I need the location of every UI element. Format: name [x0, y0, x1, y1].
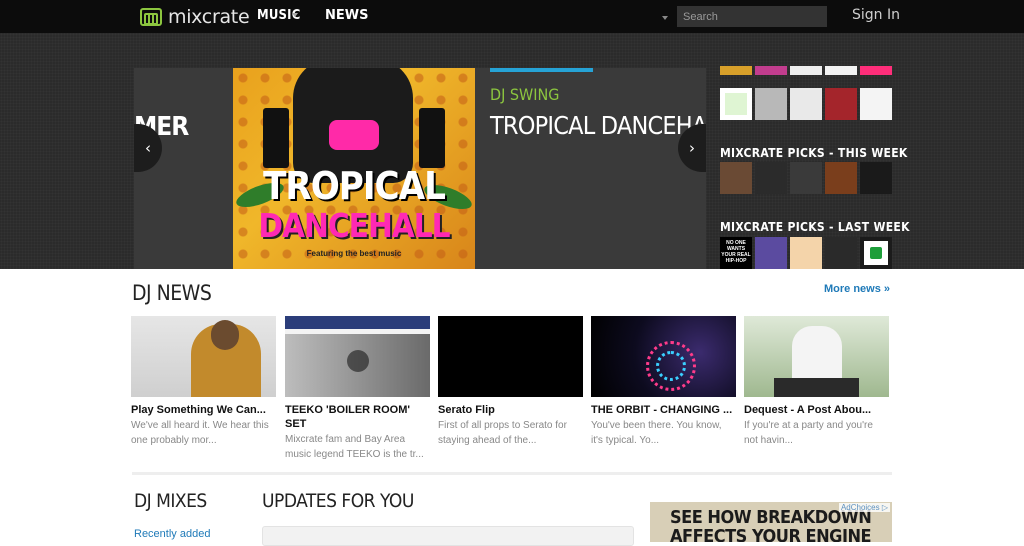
dj-mixes-heading: DJ MIXES — [134, 490, 207, 512]
mix-thumbnail[interactable]: NO ONE WANTS YOUR REAL HIP-HOP — [720, 237, 752, 269]
news-thumbnail[interactable] — [744, 316, 889, 397]
mix-thumbnail[interactable] — [860, 88, 892, 120]
news-headline[interactable]: Dequest - A Post Abou... — [744, 403, 889, 417]
cover-title-line1: TROPICAL — [263, 164, 446, 208]
dancer-top — [329, 120, 379, 150]
chevron-down-icon[interactable] — [292, 13, 298, 17]
speaker-graphic — [263, 108, 289, 168]
updates-feed-box — [262, 526, 634, 546]
news-headline[interactable]: THE ORBIT - CHANGING ... — [591, 403, 736, 417]
slide-title[interactable]: TROPICAL DANCEHALL — [490, 111, 706, 140]
news-description: We've all heard it. We hear this one pro… — [131, 420, 269, 446]
news-card[interactable]: TEEKO 'BOILER ROOM' SET Mixcrate fam and… — [285, 316, 430, 462]
dj-decks — [774, 378, 859, 397]
picks-this-week-row — [720, 162, 892, 194]
mix-thumbnail[interactable] — [860, 237, 892, 269]
advertisement-banner[interactable]: SEE HOW BREAKDOWN AFFECTS YOUR ENGINE Ad… — [650, 502, 892, 542]
logo[interactable]: mixcrate — [140, 6, 250, 28]
cover-subtitle: Featuring the best music — [306, 249, 402, 258]
news-description: You've been there. You know, it's typica… — [591, 420, 722, 446]
mix-thumbnail[interactable] — [755, 88, 787, 120]
dj-news-heading: DJ NEWS — [132, 281, 212, 305]
chevron-right-icon: › — [689, 139, 695, 157]
mix-thumbnail[interactable] — [790, 88, 822, 120]
news-description: If you're at a party and you're not havi… — [744, 420, 873, 446]
mix-thumbnail[interactable] — [755, 237, 787, 269]
hero-section: MER TROPICAL DANCEHALL Featuring the bes… — [0, 33, 1024, 269]
mix-thumbnail[interactable] — [755, 66, 787, 75]
thumb-row-second — [720, 88, 892, 120]
dj-photo-figure — [792, 326, 842, 386]
news-card[interactable]: Dequest - A Post Abou... If you're at a … — [744, 316, 889, 448]
led-ring — [656, 351, 686, 381]
mix-thumbnail[interactable] — [720, 88, 752, 120]
picks-last-week-heading: MIXCRATE PICKS - LAST WEEK — [720, 220, 910, 234]
video-header-bar — [285, 316, 430, 329]
news-card[interactable]: THE ORBIT - CHANGING ... You've been the… — [591, 316, 736, 448]
dj-photo-head — [211, 320, 239, 350]
news-thumbnail[interactable] — [438, 316, 583, 397]
mix-thumbnail[interactable] — [790, 237, 822, 269]
recently-added-link[interactable]: Recently added — [134, 528, 210, 540]
picks-this-week-heading: MIXCRATE PICKS - THIS WEEK — [720, 146, 908, 160]
featured-slider: MER TROPICAL DANCEHALL Featuring the bes… — [134, 68, 706, 269]
nav-news[interactable]: NEWS — [325, 8, 368, 23]
sign-in-link[interactable]: Sign In — [852, 7, 900, 23]
news-thumbnail[interactable] — [131, 316, 276, 397]
mix-thumbnail[interactable] — [860, 162, 892, 194]
play-icon — [870, 247, 882, 259]
ad-headline-line2: AFFECTS YOUR ENGINE — [670, 526, 872, 542]
news-description: First of all props to Serato for staying… — [438, 420, 567, 446]
mix-thumbnail[interactable] — [720, 162, 752, 194]
news-card[interactable]: Play Something We Can... We've all heard… — [131, 316, 276, 448]
updates-heading: UPDATES FOR YOU — [262, 490, 414, 512]
mix-thumbnail[interactable] — [825, 88, 857, 120]
news-thumbnail[interactable] — [591, 316, 736, 397]
mix-thumbnail[interactable] — [720, 66, 752, 75]
mix-thumbnail[interactable] — [825, 237, 857, 269]
mix-thumbnail[interactable] — [790, 66, 822, 75]
thumb-row-top — [720, 66, 892, 75]
mix-thumbnail[interactable] — [755, 162, 787, 194]
adchoices-icon[interactable]: AdChoices ▷ — [838, 503, 890, 512]
mix-thumbnail[interactable] — [825, 162, 857, 194]
mix-thumbnail[interactable] — [790, 162, 822, 194]
news-thumbnail[interactable] — [285, 316, 430, 397]
logo-text: mixcrate — [168, 6, 250, 28]
speaker-graphic — [419, 108, 445, 168]
chevron-left-icon: ‹ — [145, 139, 151, 157]
play-icon[interactable] — [347, 350, 369, 372]
section-divider — [132, 472, 892, 475]
news-card[interactable]: Serato Flip First of all props to Serato… — [438, 316, 583, 448]
top-navigation-bar: mixcrate MUSIC NEWS Sign In — [0, 0, 1024, 33]
news-description: Mixcrate fam and Bay Area music legend T… — [285, 434, 424, 460]
featured-mix-cover[interactable]: TROPICAL DANCEHALL Featuring the best mu… — [233, 68, 475, 269]
news-headline[interactable]: TEEKO 'BOILER ROOM' SET — [285, 403, 430, 431]
mix-thumbnail[interactable] — [825, 66, 857, 75]
crate-logo-icon — [140, 8, 162, 26]
slide-accent-bar — [490, 68, 593, 72]
mix-thumbnail[interactable] — [860, 66, 892, 75]
cover-title-line2: DANCEHALL — [258, 206, 450, 245]
slide-artist[interactable]: DJ SWING — [490, 85, 559, 104]
news-headline[interactable]: Serato Flip — [438, 403, 583, 417]
search-input[interactable] — [677, 6, 827, 27]
search-scope-chevron-icon[interactable] — [662, 16, 668, 20]
more-news-link[interactable]: More news » — [824, 283, 890, 295]
news-headline[interactable]: Play Something We Can... — [131, 403, 276, 417]
picks-last-week-row: NO ONE WANTS YOUR REAL HIP-HOP — [720, 237, 892, 269]
